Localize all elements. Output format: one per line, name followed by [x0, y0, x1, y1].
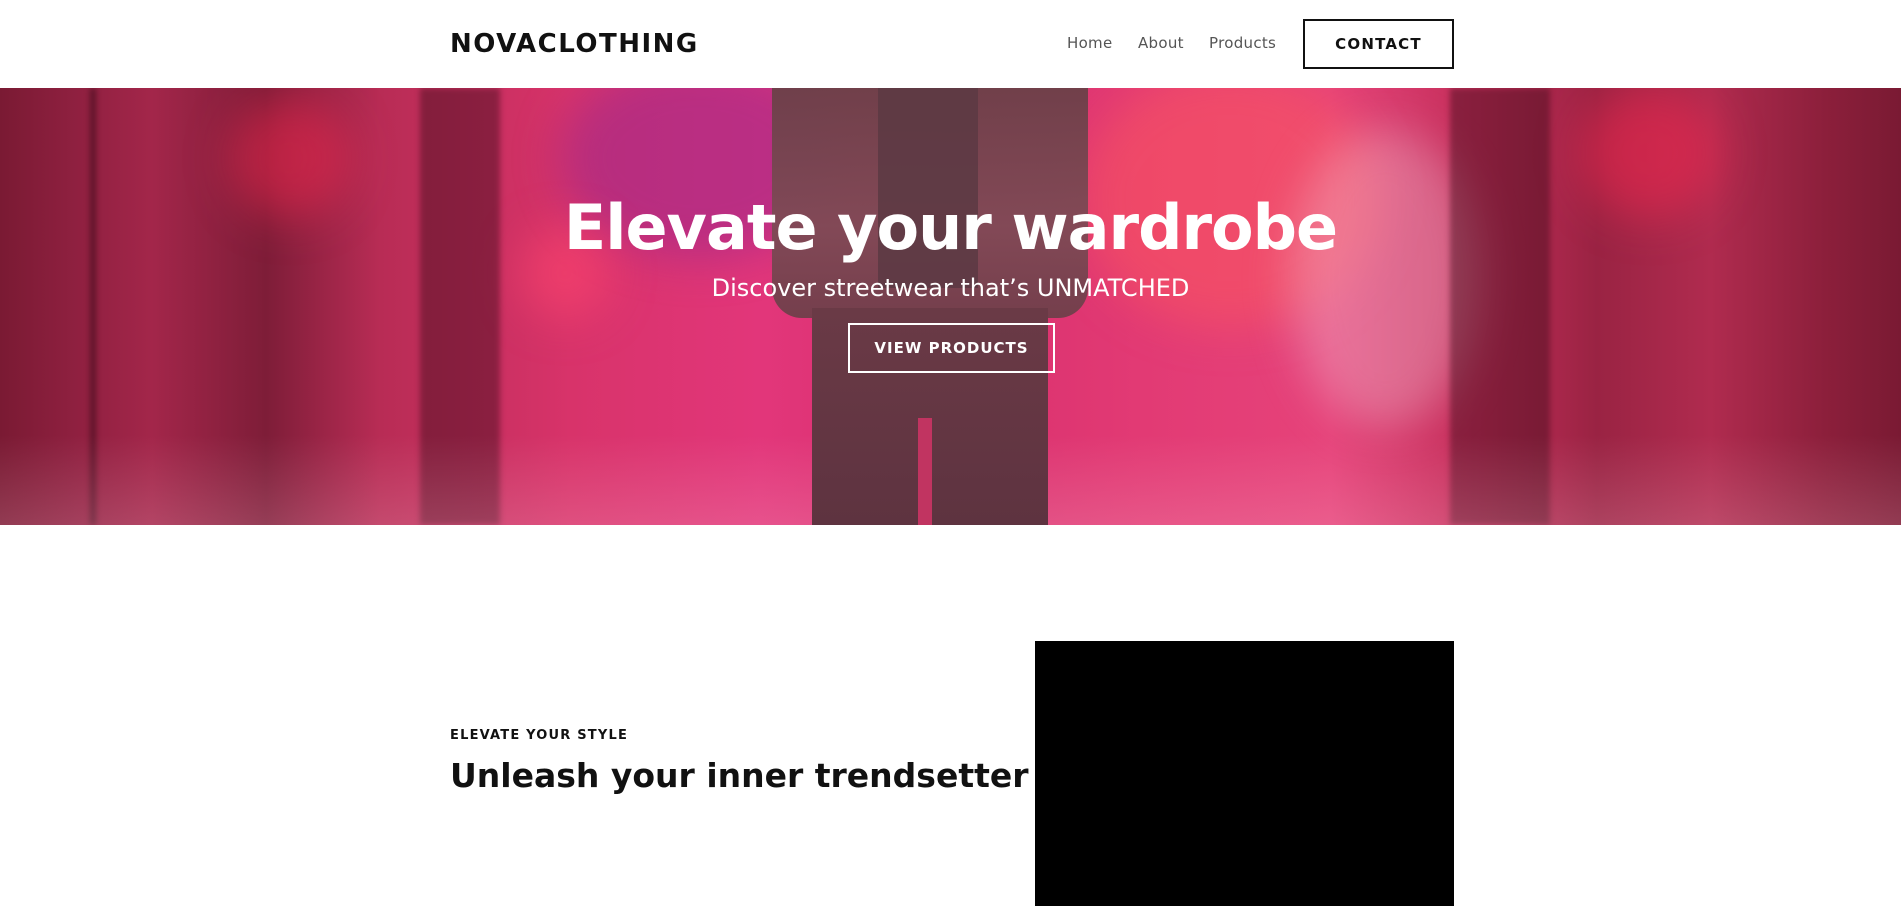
site-header: NOVACLOTHING Home About Products CONTACT	[0, 0, 1901, 88]
nav-link-home[interactable]: Home	[1067, 32, 1113, 54]
hero-title: Elevate your wardrobe	[563, 191, 1338, 264]
hero-banner: Elevate your wardrobe Discover streetwea…	[0, 88, 1901, 525]
model-leg-gap	[918, 418, 932, 525]
main-nav: Home About Products CONTACT	[0, 0, 1901, 88]
media-placeholder	[1035, 641, 1454, 906]
hero-subtitle: Discover streetwear that’s UNMATCHED	[711, 274, 1190, 302]
nav-link-products[interactable]: Products	[1209, 32, 1276, 54]
section-heading: Unleash your inner trendsetter	[450, 756, 1029, 795]
view-products-button[interactable]: VIEW PRODUCTS	[848, 323, 1055, 373]
nav-link-about[interactable]: About	[1138, 32, 1184, 54]
section-eyebrow: ELEVATE YOUR STYLE	[450, 728, 629, 743]
contact-button[interactable]: CONTACT	[1303, 19, 1454, 69]
